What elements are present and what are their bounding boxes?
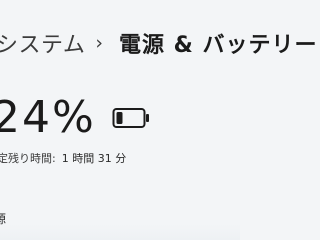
battery-level-fill [116, 112, 123, 124]
page-fade [0, 224, 240, 240]
estimated-time-remaining: 定残り時間: 1 時間 31 分 [0, 150, 126, 166]
breadcrumb-system-link[interactable]: システム [0, 27, 85, 59]
remaining-value: 1 時間 31 分 [61, 152, 127, 165]
battery-low-icon [112, 108, 149, 128]
battery-status: 24% [0, 96, 150, 140]
battery-percentage: 24% [0, 92, 96, 143]
breadcrumb: システム › 電源 & バッテリー [0, 27, 316, 59]
remaining-label: 定残り時間: [0, 152, 56, 165]
page-title: 電源 & バッテリー [118, 33, 318, 58]
breadcrumb-separator-icon: › [95, 32, 103, 54]
